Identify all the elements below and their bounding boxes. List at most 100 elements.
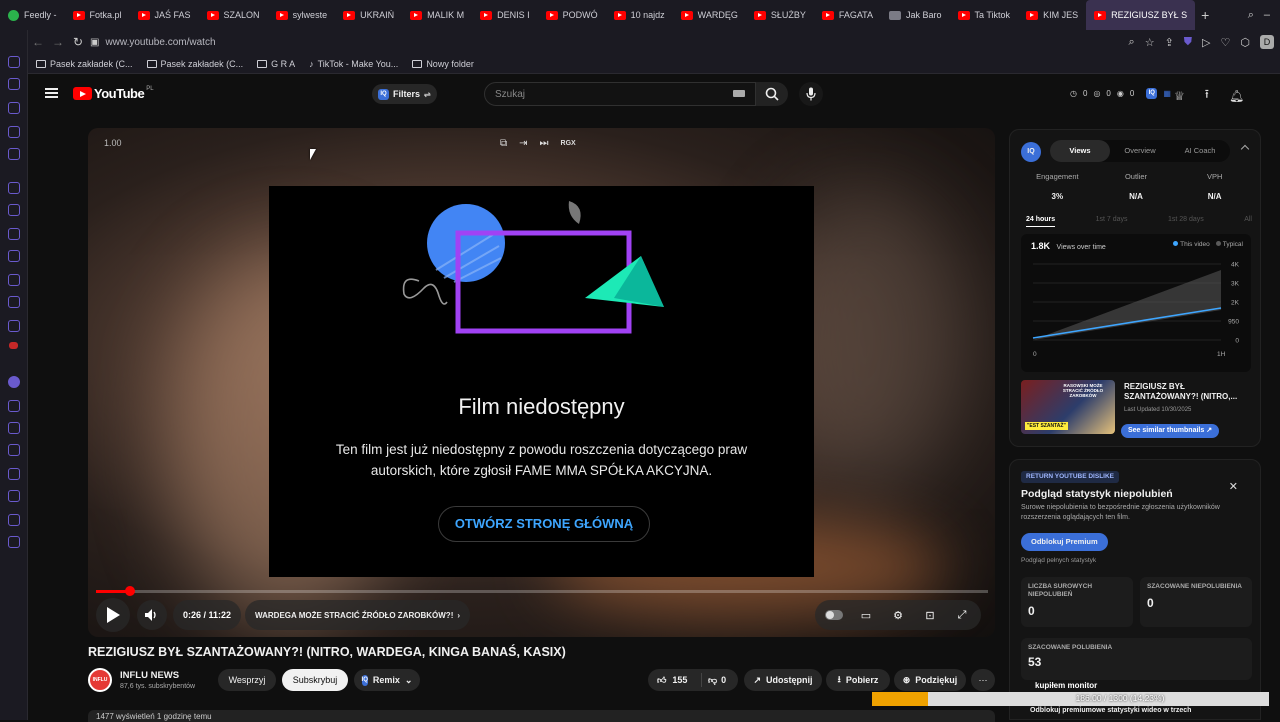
- range-tab[interactable]: 1st 7 days: [1096, 216, 1128, 227]
- vidiq-icon[interactable]: IQ: [1146, 88, 1158, 99]
- filters-button[interactable]: IQ Filters ⇌: [372, 84, 437, 104]
- chapter-button[interactable]: WARDEGA MOŻE STRACIĆ ŹRÓDŁO ZAROBKÓW?! ›: [245, 600, 471, 630]
- sidebar-telegram-icon[interactable]: [8, 250, 20, 262]
- theater-mode-icon[interactable]: ⊡: [917, 602, 943, 628]
- keyboard-icon[interactable]: [733, 90, 745, 97]
- popout-icon[interactable]: ⧉: [500, 138, 507, 149]
- progress-bar[interactable]: [96, 586, 988, 596]
- new-tab-button[interactable]: +: [1195, 7, 1215, 23]
- sidebar-x-icon[interactable]: [8, 296, 20, 308]
- back-icon[interactable]: ←: [28, 35, 48, 49]
- sidebar-history-icon[interactable]: [8, 468, 20, 480]
- vidiq-tab[interactable]: Views: [1050, 140, 1110, 162]
- video-thumbnail[interactable]: RASOWSKI MOŻE STRACIĆ ŹRÓDŁO ZAROBKÓW "E…: [1021, 380, 1115, 434]
- browser-tab[interactable]: Feedly -: [0, 0, 65, 30]
- full-stats-link[interactable]: Podgląd pełnych statystyk: [1021, 557, 1096, 564]
- fullscreen-icon[interactable]: ⤢: [949, 602, 975, 628]
- vidiq-tab[interactable]: Overview: [1110, 140, 1170, 162]
- play-button[interactable]: [96, 598, 130, 632]
- browser-tab[interactable]: WARDĘG: [673, 0, 746, 30]
- sidebar-heart-icon[interactable]: [8, 422, 20, 434]
- skip-icon[interactable]: ⏭︎: [540, 138, 549, 149]
- browser-tab[interactable]: JAŚ FAS: [130, 0, 199, 30]
- sidebar-messenger-icon[interactable]: [8, 228, 20, 240]
- sidebar-video-icon[interactable]: [8, 78, 20, 90]
- like-button[interactable]: 👍︎ 155: [648, 673, 702, 687]
- sidebar-download-icon[interactable]: [8, 490, 20, 502]
- remix-button[interactable]: IQ Remix ⌄: [354, 669, 420, 691]
- bookmark-item[interactable]: ♪ TikTok - Make You...: [309, 59, 398, 69]
- browser-tab[interactable]: KIM JES: [1018, 0, 1086, 30]
- thanks-button[interactable]: ⊛ Podziękuj: [894, 669, 966, 691]
- sidebar-settings-icon[interactable]: [8, 536, 20, 548]
- go-home-button[interactable]: OTWÓRZ STRONĘ GŁÓWNĄ: [438, 506, 650, 542]
- rgx-label[interactable]: RGX: [561, 140, 576, 147]
- browser-tab[interactable]: sylweste: [268, 0, 336, 30]
- heart-icon[interactable]: ♡: [1221, 36, 1231, 49]
- url-field[interactable]: www.youtube.com/watch: [105, 37, 215, 48]
- vidiq-tab[interactable]: AI Coach: [1170, 140, 1230, 162]
- browser-tab[interactable]: FAGATA: [814, 0, 881, 30]
- sidebar-discord-icon[interactable]: [8, 320, 20, 332]
- browser-tab[interactable]: Jak Baro: [881, 0, 950, 30]
- sidebar-inbox-icon[interactable]: [8, 56, 20, 68]
- bookmark-page-icon[interactable]: ☆: [1145, 36, 1155, 49]
- browser-tab[interactable]: REZIGIUSZ BYŁ S: [1086, 0, 1196, 30]
- sidebar-instagram-icon[interactable]: [8, 274, 20, 286]
- browser-tab[interactable]: 10 najdz: [606, 0, 673, 30]
- sidebar-app-icon[interactable]: [8, 182, 20, 194]
- minimize-icon[interactable]: –: [1264, 9, 1270, 21]
- enter-icon[interactable]: ⇥: [519, 138, 527, 149]
- browser-tab[interactable]: Ta Tiktok: [950, 0, 1019, 30]
- site-info-icon[interactable]: ▣: [90, 37, 99, 48]
- volume-button[interactable]: [137, 600, 167, 630]
- bookmark-item[interactable]: Pasek zakładek (C...: [36, 59, 133, 69]
- download-button[interactable]: ⭳ Pobierz: [826, 669, 890, 691]
- sidebar-youtube-icon[interactable]: [9, 342, 18, 349]
- sidebar-extension-icon[interactable]: [8, 514, 20, 526]
- reload-icon[interactable]: ↻: [68, 35, 88, 49]
- voice-search-button[interactable]: [799, 82, 823, 106]
- sidebar-mail-icon[interactable]: [8, 148, 20, 160]
- similar-thumbnails-button[interactable]: See similar thumbnails ↗: [1121, 424, 1220, 438]
- sidebar-twitch-icon[interactable]: [8, 204, 20, 216]
- browser-tab[interactable]: PODWÓ: [538, 0, 606, 30]
- more-actions-button[interactable]: ⋯: [971, 669, 995, 691]
- range-tab[interactable]: All: [1244, 216, 1252, 227]
- dislike-button[interactable]: 👎︎ 0: [702, 675, 738, 686]
- search-button[interactable]: [756, 82, 788, 106]
- extensions-icon[interactable]: ⬡: [1240, 36, 1250, 49]
- trophy-icon[interactable]: ♕: [1174, 89, 1185, 103]
- sidebar-bag-icon[interactable]: [8, 102, 20, 114]
- subtitles-icon[interactable]: ▭: [853, 602, 879, 628]
- shield-icon[interactable]: ⛊: [1184, 36, 1192, 49]
- sidebar-list-icon[interactable]: [8, 444, 20, 456]
- range-tab[interactable]: 1st 28 days: [1168, 216, 1204, 227]
- description-box[interactable]: 1477 wyświetleń 1 godzinę temu: [88, 710, 995, 722]
- browser-tab[interactable]: MALIK M: [402, 0, 472, 30]
- menu-icon[interactable]: [45, 88, 58, 98]
- sidebar-play-icon[interactable]: [8, 400, 20, 412]
- youtube-logo[interactable]: YouTube PL: [73, 86, 154, 101]
- search-tabs-icon[interactable]: ⌕: [1248, 9, 1254, 22]
- unlock-premium-button[interactable]: Odblokuj Premium: [1021, 533, 1108, 551]
- browser-tab[interactable]: DENIS I: [472, 0, 538, 30]
- bookmark-item[interactable]: Pasek zakładek (C...: [146, 59, 243, 69]
- close-icon[interactable]: ✕: [1229, 480, 1238, 493]
- forward-icon[interactable]: →: [48, 35, 68, 49]
- range-tab[interactable]: 24 hours: [1026, 216, 1056, 227]
- upload-icon[interactable]: ⭱: [1205, 85, 1209, 106]
- browser-tab[interactable]: Fotka.pl: [65, 0, 130, 30]
- settings-icon[interactable]: ⚙: [885, 602, 911, 628]
- sidebar-spotify-icon[interactable]: [8, 376, 20, 388]
- collapse-icon[interactable]: [1240, 144, 1250, 154]
- grid-icon[interactable]: ▦: [1163, 89, 1171, 98]
- browser-tab[interactable]: SZALON: [199, 0, 268, 30]
- share-button[interactable]: ↗ Udostępnij: [744, 669, 822, 691]
- zoom-icon[interactable]: ⌕: [1129, 36, 1135, 49]
- sidebar-calendar-icon[interactable]: [8, 126, 20, 138]
- play-icon[interactable]: ▷: [1202, 36, 1210, 49]
- bookmark-item[interactable]: Nowy folder: [412, 59, 474, 69]
- bell-icon[interactable]: 🔔︎: [1229, 89, 1244, 103]
- progress-knob[interactable]: [124, 586, 135, 596]
